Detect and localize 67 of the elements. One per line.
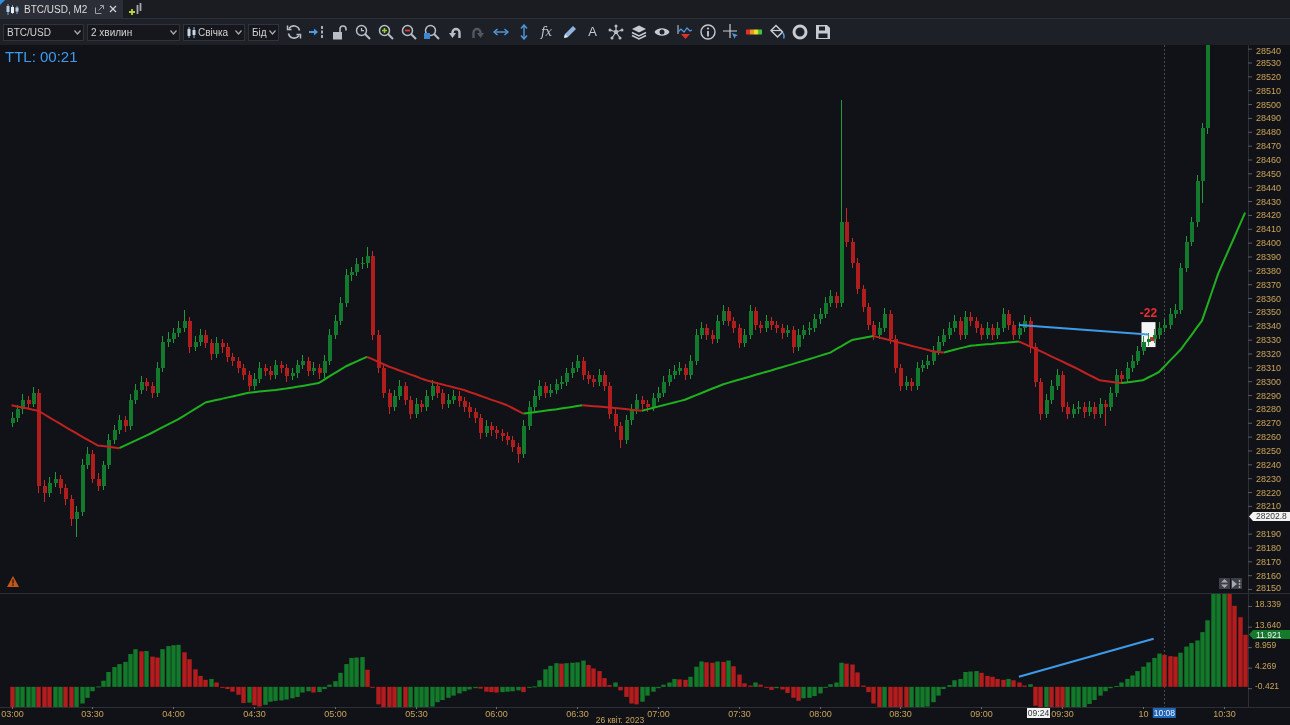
price-axis-label: 28260 <box>1256 432 1282 443</box>
price-axis-label: 28500 <box>1256 99 1282 110</box>
price-axis-label: 28340 <box>1256 321 1282 332</box>
price-axis-label: 28310 <box>1256 362 1282 373</box>
price-axis-label: 28390 <box>1256 252 1282 262</box>
price-axis-label: 28470 <box>1256 141 1282 152</box>
price-axis-label: 28440 <box>1256 182 1282 193</box>
time-axis-label: 08:00 <box>809 709 832 719</box>
price-axis-label: 28510 <box>1256 85 1282 96</box>
price-axis-label: 28190 <box>1256 529 1282 540</box>
cursor-time-tag: 10:08 <box>1152 708 1176 718</box>
price-axis-label: 28420 <box>1256 210 1282 221</box>
indicator-axis-label: -0.421 <box>1255 681 1280 692</box>
price-axis-label: 28410 <box>1256 224 1282 235</box>
price-axis-label: 28280 <box>1256 404 1282 415</box>
price-axis-label: 28460 <box>1256 155 1282 165</box>
indicator-axis-label: 18.339 <box>1255 599 1281 610</box>
price-axis-label: 28430 <box>1256 196 1282 207</box>
price-axis-label: 28320 <box>1256 349 1282 359</box>
date-label: 26 квіт. 2023 <box>595 715 645 725</box>
time-marker-tag: 09:24 <box>1027 708 1050 718</box>
price-axis-label: 28350 <box>1256 307 1282 318</box>
price-axis-label: 28250 <box>1256 446 1282 456</box>
indicator-axis-label: 13.640 <box>1255 619 1281 630</box>
time-axis-label: 06:30 <box>566 709 589 719</box>
time-axis-label: 03:30 <box>81 709 104 719</box>
price-axis-label: 28150 <box>1256 583 1282 593</box>
price-axis-label: 28490 <box>1256 113 1282 124</box>
price-axis-label: 28230 <box>1256 473 1282 484</box>
price-axis-label: 28400 <box>1256 238 1282 249</box>
time-axis-label: 10:30 <box>1213 709 1236 719</box>
time-axis-label: 10 <box>1138 709 1149 719</box>
time-axis-label: 09:00 <box>970 709 993 719</box>
time-axis-label: 08:30 <box>889 709 912 719</box>
price-axis-label: 28210 <box>1256 501 1282 512</box>
time-axis-label: 03:00 <box>1 709 24 719</box>
price-axis-label: 28170 <box>1256 556 1282 567</box>
price-axis-label: 28270 <box>1256 418 1282 429</box>
time-axis-label: 04:00 <box>162 709 185 719</box>
time-axis-label: 05:00 <box>324 709 347 719</box>
price-axis-label: 28290 <box>1256 390 1282 401</box>
price-axis-label: 28540 <box>1256 46 1282 56</box>
price-axis-label: 28360 <box>1256 293 1282 304</box>
price-axis-label: 28520 <box>1256 71 1282 82</box>
price-axis-label: 28160 <box>1256 570 1282 581</box>
price-axis-label: 28530 <box>1256 58 1282 68</box>
indicator-axis-label: 4.269 <box>1255 660 1277 671</box>
time-axis-label: 05:30 <box>405 709 428 719</box>
price-axis-label: 28180 <box>1256 542 1282 553</box>
time-axis-label: 04:30 <box>243 709 266 719</box>
indicator-axis-label: 8.959 <box>1255 640 1277 651</box>
price-axis-label: 28450 <box>1256 168 1282 179</box>
price-axis-label: 28380 <box>1256 265 1282 276</box>
price-axis-label: 28370 <box>1256 279 1282 290</box>
price-axis-label: 28240 <box>1256 459 1282 470</box>
price-axis-label: 28330 <box>1256 335 1282 346</box>
value-tag: 11.921 <box>1249 629 1290 640</box>
price-axis-label: 28300 <box>1256 376 1282 387</box>
price-axis-label: 28480 <box>1256 127 1282 138</box>
price-tag: 28202.8 <box>1249 511 1290 522</box>
time-axis-label: 07:30 <box>728 709 751 719</box>
time-axis-label: 06:00 <box>485 709 508 719</box>
time-axis-label: 07:00 <box>647 709 670 719</box>
price-axis-label: 28220 <box>1256 487 1282 498</box>
marker-label: -22 <box>1139 306 1158 321</box>
time-axis-label: 09:30 <box>1051 709 1074 719</box>
ttl-label: TTL: 00:21 <box>5 48 78 66</box>
